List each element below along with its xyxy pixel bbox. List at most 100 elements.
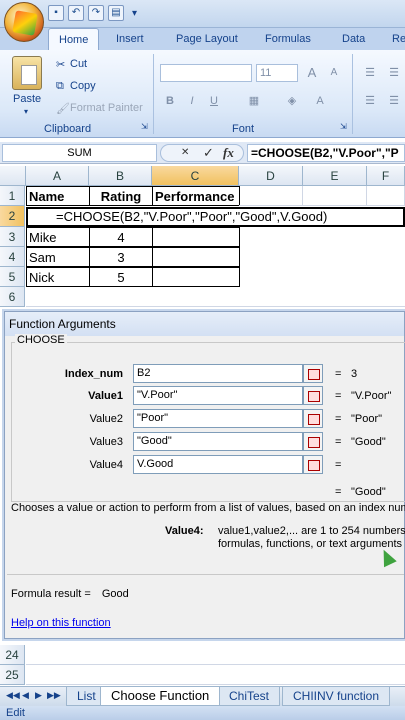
tab-data[interactable]: Data: [342, 28, 365, 50]
arg-input-value3[interactable]: "Good": [133, 432, 303, 451]
row-header[interactable]: 2: [0, 206, 25, 227]
office-logo-icon: [12, 10, 38, 36]
font-launcher-icon[interactable]: ⇲: [340, 122, 347, 131]
cell[interactable]: [303, 186, 367, 206]
cell-edit-formula[interactable]: =CHOOSE(B2,"V.Poor","Poor","Good",V.Good…: [26, 207, 405, 227]
borders-icon[interactable]: ▦: [244, 92, 264, 110]
cell[interactable]: [239, 186, 303, 206]
cell-name[interactable]: Sam: [26, 247, 90, 267]
print-preview-icon[interactable]: ▤: [108, 5, 124, 21]
redo-icon[interactable]: ↷: [88, 5, 104, 21]
cell-performance[interactable]: [152, 227, 240, 247]
bold-button[interactable]: B: [160, 92, 180, 110]
row-header[interactable]: 3: [0, 227, 25, 247]
help-link[interactable]: Help on this function: [11, 617, 111, 629]
fill-color-icon[interactable]: ◈: [282, 92, 302, 110]
row-header[interactable]: 4: [0, 247, 25, 267]
overall-equals: =: [335, 486, 342, 498]
collapse-dialog-icon[interactable]: [303, 409, 323, 428]
tab-home[interactable]: Home: [48, 28, 100, 50]
collapse-dialog-icon[interactable]: [303, 386, 323, 405]
arg-input-value4[interactable]: V.Good: [133, 455, 303, 474]
font-color-icon[interactable]: A: [310, 92, 330, 110]
cell-performance[interactable]: [152, 247, 240, 267]
column-header[interactable]: E: [303, 166, 367, 186]
customize-qat-icon[interactable]: ▾: [132, 8, 137, 19]
copy-icon[interactable]: ⧉: [56, 80, 64, 93]
align-left-icon[interactable]: ☰: [360, 92, 380, 110]
column-header[interactable]: C: [152, 166, 239, 186]
copy-button[interactable]: Copy: [70, 80, 96, 92]
cell-header-name[interactable]: Name: [26, 186, 90, 206]
font-size-combo[interactable]: 11: [256, 64, 298, 82]
align-middle-icon[interactable]: ☰: [384, 64, 404, 82]
last-sheet-icon[interactable]: ▶▶: [47, 690, 61, 701]
sheet-tab-choose-function[interactable]: Choose Function: [100, 687, 221, 706]
align-center-icon[interactable]: ☰: [384, 92, 404, 110]
cell-row[interactable]: [26, 645, 405, 665]
prev-sheet-icon[interactable]: ◀: [22, 690, 29, 701]
sheet-tab-chiinv[interactable]: CHIINV function: [282, 687, 391, 706]
column-header[interactable]: A: [26, 166, 89, 186]
office-button[interactable]: [4, 2, 44, 42]
collapse-dialog-icon[interactable]: [303, 455, 323, 474]
tab-formulas[interactable]: Formulas: [265, 28, 311, 50]
paste-icon[interactable]: [12, 56, 42, 90]
sheet-tab-chitest[interactable]: ChiTest: [218, 687, 281, 706]
cut-button[interactable]: Cut: [70, 58, 87, 70]
insert-function-button[interactable]: fx: [223, 145, 234, 161]
cancel-formula-button[interactable]: ✕: [181, 145, 189, 161]
format-painter-icon[interactable]: 🖌: [56, 102, 70, 115]
paste-dropdown-icon[interactable]: ▾: [24, 107, 28, 116]
shrink-font-button[interactable]: A: [324, 64, 344, 82]
underline-button[interactable]: U: [204, 92, 224, 110]
cell-rating[interactable]: 4: [89, 227, 153, 247]
clipboard-group-label: Clipboard: [44, 123, 92, 135]
format-painter-button[interactable]: Format Painter: [70, 102, 143, 114]
align-top-icon[interactable]: ☰: [360, 64, 380, 82]
arg-input-value1[interactable]: "V.Poor": [133, 386, 303, 405]
cell[interactable]: [367, 186, 405, 206]
first-sheet-icon[interactable]: ◀◀: [6, 690, 20, 701]
row-header[interactable]: 25: [0, 665, 25, 685]
next-sheet-icon[interactable]: ▶: [35, 690, 42, 701]
font-name-combo[interactable]: [160, 64, 252, 82]
cell-row[interactable]: [26, 665, 405, 685]
collapse-dialog-icon[interactable]: [303, 364, 323, 383]
undo-icon[interactable]: ↶: [68, 5, 84, 21]
collapse-dialog-icon[interactable]: [303, 432, 323, 451]
cell-rating[interactable]: 3: [89, 247, 153, 267]
tab-page-layout[interactable]: Page Layout: [176, 28, 238, 50]
row-header[interactable]: 6: [0, 287, 25, 307]
column-header[interactable]: D: [239, 166, 303, 186]
cell-row[interactable]: [26, 287, 405, 307]
clipboard-launcher-icon[interactable]: ⇲: [141, 122, 148, 131]
select-all-corner[interactable]: [0, 166, 26, 186]
cut-icon[interactable]: ✂: [56, 58, 65, 71]
arg-input-value2[interactable]: "Poor": [133, 409, 303, 428]
arg-result-index-num: 3: [351, 368, 358, 380]
paste-button[interactable]: Paste: [13, 93, 41, 105]
cell-name[interactable]: Mike: [26, 227, 90, 247]
tab-insert[interactable]: Insert: [116, 28, 144, 50]
italic-button[interactable]: I: [182, 92, 202, 110]
arg-input-index-num[interactable]: B2: [133, 364, 303, 383]
cell-performance[interactable]: [152, 267, 240, 287]
cell-rating[interactable]: 5: [89, 267, 153, 287]
arg-description-label: Value4:: [165, 525, 204, 537]
name-box[interactable]: SUM: [2, 144, 157, 162]
tab-review[interactable]: Re: [392, 28, 405, 50]
column-header[interactable]: F: [367, 166, 405, 186]
formula-input[interactable]: =CHOOSE(B2,"V.Poor","P: [247, 144, 405, 162]
row-header[interactable]: 24: [0, 645, 25, 665]
row-header[interactable]: 5: [0, 267, 25, 287]
cell-header-performance[interactable]: Performance: [152, 186, 240, 206]
column-header[interactable]: B: [89, 166, 152, 186]
grow-font-button[interactable]: A: [302, 64, 322, 82]
cell-name[interactable]: Nick: [26, 267, 90, 287]
cell-header-rating[interactable]: Rating: [89, 186, 153, 206]
enter-formula-button[interactable]: ✓: [203, 145, 214, 161]
row-header[interactable]: 1: [0, 186, 25, 206]
dialog-title[interactable]: Function Arguments: [5, 312, 404, 336]
save-icon[interactable]: ▪: [48, 5, 64, 21]
